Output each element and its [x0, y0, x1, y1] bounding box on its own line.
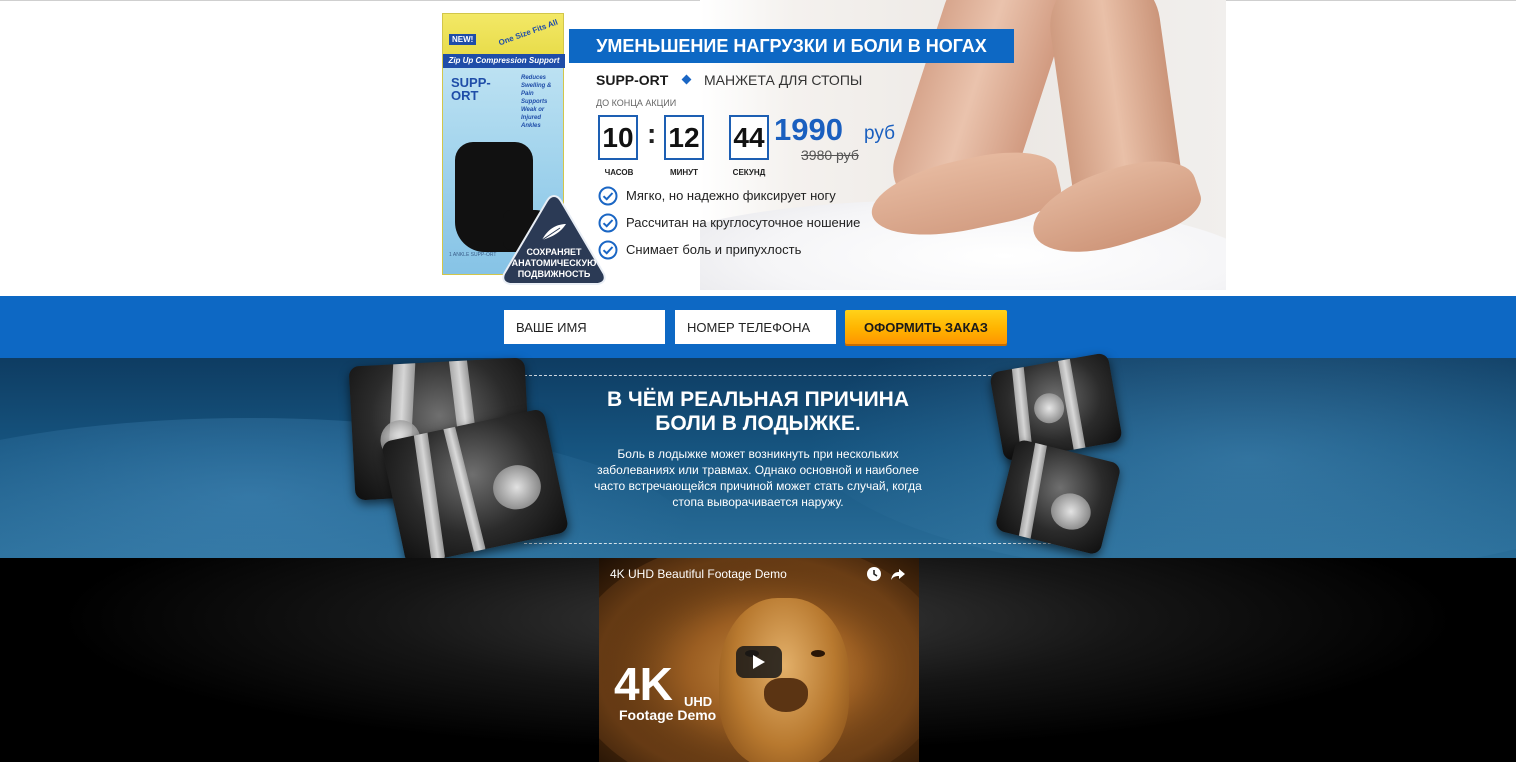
feature-text: Мягко, но надежно фиксирует ногу: [626, 188, 836, 203]
timer-colon: :: [647, 118, 657, 149]
cause-description: Боль в лодыжке может возникнуть при неск…: [594, 447, 922, 509]
share-icon[interactable]: [890, 566, 906, 582]
price-new: 1990: [774, 112, 843, 147]
size-tag: One Size Fits All: [496, 17, 559, 48]
video-overlay-subtitle: Footage Demo: [619, 707, 717, 723]
name-input[interactable]: [504, 310, 665, 344]
timer-caption: ДО КОНЦА АКЦИИ: [596, 98, 677, 108]
timer-minutes-label: МИНУТ: [669, 168, 699, 177]
dashed-divider: [524, 543, 1056, 544]
brand-name: SUPP-ORT: [596, 72, 669, 88]
package-brand: SUPP- ORT: [451, 75, 491, 103]
feature-text: Снимает боль и припухлость: [626, 242, 802, 257]
timer-seconds-label: СЕКУНД: [732, 168, 766, 177]
badge-text: СОХРАНЯЕТ АНАТОМИЧЕСКУЮ ПОДВИЖНОСТЬ: [511, 247, 597, 279]
package-band: Zip Up Compression Support: [443, 54, 565, 68]
new-tag: NEW!: [449, 34, 477, 45]
clock-icon[interactable]: [866, 566, 882, 582]
timer-hours: 10: [598, 115, 638, 160]
timer-hours-label: ЧАСОВ: [604, 168, 634, 177]
headline: УМЕНЬШЕНИЕ НАГРУЗКИ И БОЛИ В НОГАХ: [596, 36, 987, 56]
video-title[interactable]: 4K UHD Beautiful Footage Demo: [610, 567, 787, 581]
play-icon: [753, 655, 765, 669]
price-currency: руб: [864, 123, 895, 144]
phone-input[interactable]: [675, 310, 836, 344]
feature-text: Рассчитан на круглосуточное ношение: [626, 215, 861, 230]
product-subtitle: МАНЖЕТА ДЛЯ СТОПЫ: [704, 72, 863, 88]
video-overlay-4k: 4K: [614, 658, 673, 710]
cause-title: В ЧЁМ РЕАЛЬНАЯ ПРИЧИНА БОЛИ В ЛОДЫЖКЕ.: [606, 388, 910, 435]
check-circle-icon: [598, 186, 618, 206]
check-circle-icon: [598, 213, 618, 233]
timer-seconds: 44: [729, 115, 769, 160]
check-circle-icon: [598, 240, 618, 260]
dashed-divider: [524, 375, 1056, 376]
timer-minutes: 12: [664, 115, 704, 160]
package-fineprint: 1 ANKLE SUPP-ORT: [449, 252, 497, 258]
price-old: 3980 руб: [801, 147, 859, 163]
feather-icon: [541, 224, 566, 241]
play-button[interactable]: [736, 646, 782, 678]
order-button[interactable]: ОФОРМИТЬ ЗАКАЗ: [845, 310, 1007, 344]
package-bullets: Reduces Swelling & Pain Supports Weak or…: [521, 75, 552, 129]
